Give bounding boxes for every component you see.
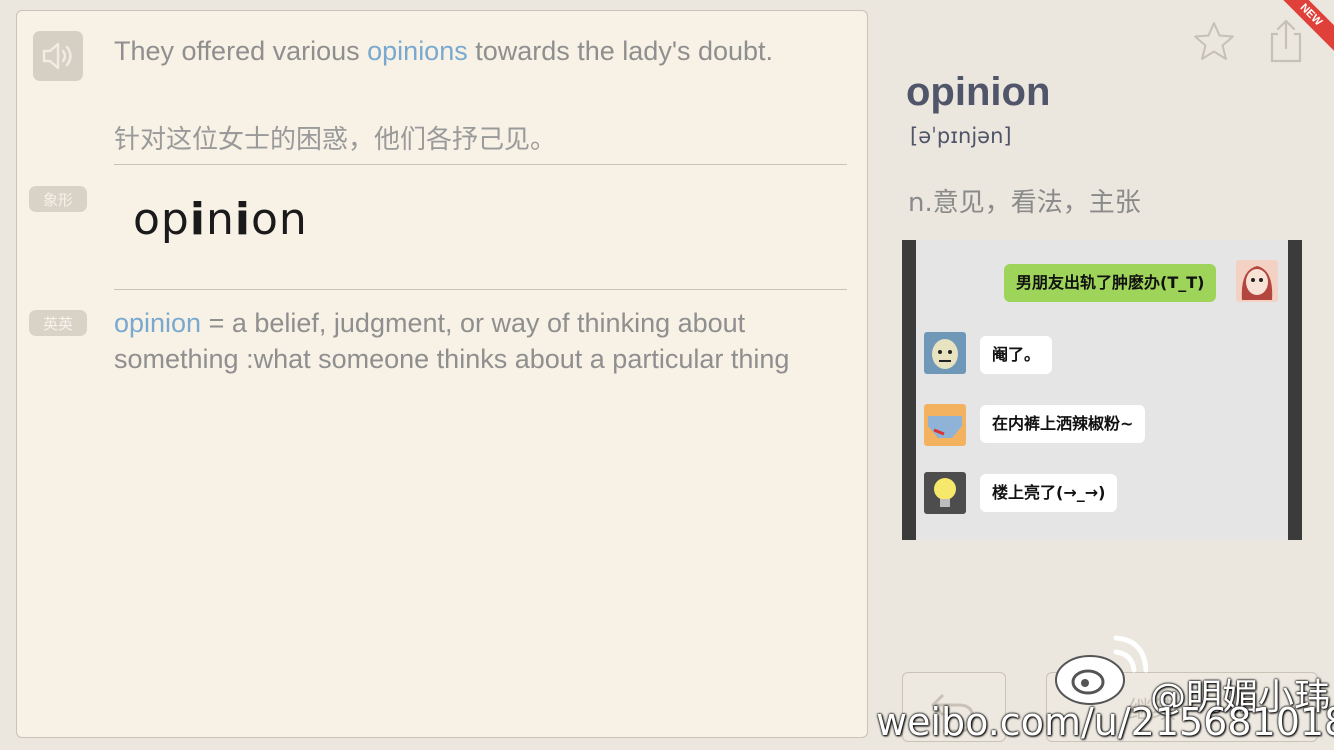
chat-bubble: 男朋友出轨了肿麽办(T_T) — [1004, 264, 1217, 302]
chat-bubble: 在内裤上洒辣椒粉~ — [980, 405, 1146, 443]
pictograph-word: opinion — [133, 194, 308, 245]
pictograph-part: on — [250, 194, 308, 245]
speaker-button[interactable] — [33, 31, 83, 81]
chat-bubble: 楼上亮了(→_→) — [980, 474, 1118, 512]
en-en-tag: 英英 — [29, 310, 87, 336]
watermark-url: weibo.com/u/2156810182 — [876, 700, 1334, 744]
star-icon — [1194, 22, 1234, 60]
favorite-button[interactable] — [1192, 20, 1236, 62]
phonetic: [əˈpɪnjən] — [910, 124, 1012, 148]
speaker-icon — [42, 42, 72, 70]
pictograph-tag: 象形 — [29, 186, 87, 212]
definition-word[interactable]: opinion — [114, 308, 201, 338]
example-translation: 针对这位女士的困惑，他们各抒己见。 — [114, 125, 557, 155]
girl-avatar — [1236, 260, 1278, 302]
new-badge-corner: NEW — [1274, 0, 1334, 60]
divider — [114, 164, 847, 165]
example-highlight[interactable]: opinions — [367, 36, 468, 66]
example-text-after: towards the lady's doubt. — [467, 36, 774, 66]
man-avatar — [924, 332, 966, 374]
pictograph-part-bold: i — [189, 194, 206, 245]
definition-text: = a belief, judgment, or way of thinking… — [114, 308, 790, 374]
divider — [114, 289, 847, 290]
english-definition: opinion = a belief, judgment, or way of … — [114, 305, 834, 377]
illustration-image: 男朋友出轨了肿麽办(T_T) 阉了。 在内裤上洒辣椒粉~ 楼上亮了(→_→) — [902, 240, 1302, 540]
image-edge — [1288, 240, 1302, 540]
meaning: n.意见，看法，主张 — [908, 188, 1141, 218]
pictograph-part: op — [133, 194, 190, 245]
example-sentence: They offered various opinions towards th… — [114, 33, 814, 69]
lightbulb-avatar — [924, 472, 966, 514]
chat-bubble: 阉了。 — [980, 336, 1053, 374]
image-edge — [902, 240, 916, 540]
weibo-logo — [1055, 635, 1148, 705]
pictograph-part: n — [205, 194, 235, 245]
headword: opinion — [906, 70, 1051, 114]
content-card: They offered various opinions towards th… — [16, 10, 868, 738]
new-badge: NEW — [1274, 0, 1334, 54]
underwear-avatar — [924, 404, 966, 446]
example-text-before: They offered various — [114, 36, 368, 66]
pictograph-part-bold: i — [234, 194, 251, 245]
